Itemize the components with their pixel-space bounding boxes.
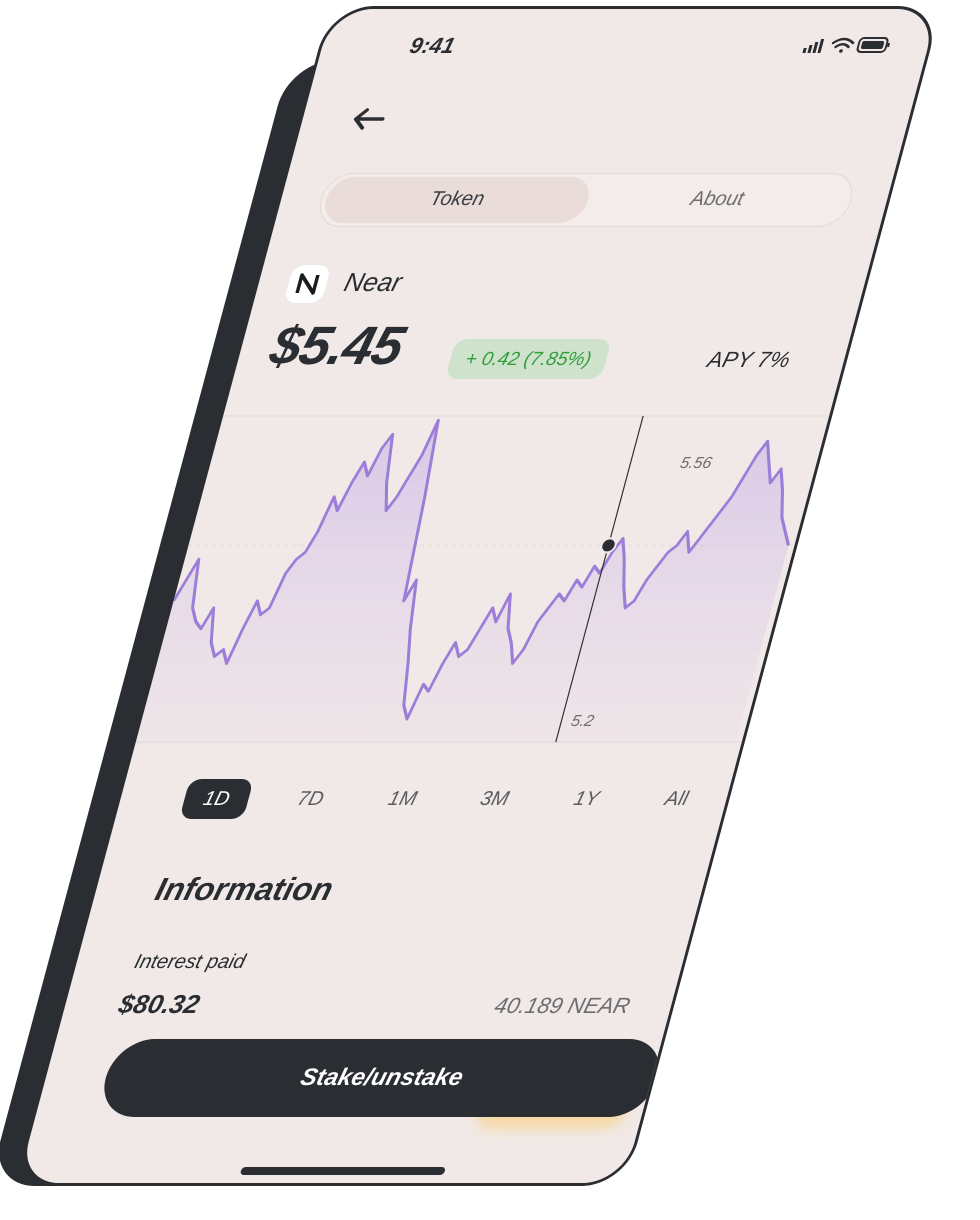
range-1m[interactable]: 1M: [365, 779, 440, 819]
interest-paid-usd: $80.32: [115, 989, 204, 1019]
status-icons: [802, 37, 891, 53]
back-arrow-icon[interactable]: [347, 105, 391, 133]
interest-paid-near: 40.189 NEAR: [491, 993, 634, 1018]
apy-label: APY 7%: [704, 347, 794, 372]
signal-icon: [802, 39, 825, 53]
range-1d[interactable]: 1D: [179, 779, 254, 819]
range-1y[interactable]: 1Y: [549, 779, 624, 819]
segmented-tabs: Token About: [313, 173, 859, 227]
range-3m[interactable]: 3M: [457, 779, 532, 819]
range-all[interactable]: All: [639, 779, 714, 819]
interest-paid-label: Interest paid: [131, 951, 248, 973]
time-range-selector: 1D 7D 1M 3M 1Y All: [115, 779, 732, 819]
price-change-text: + 0.42 (7.85%): [462, 349, 594, 370]
status-time: 9:41: [407, 33, 458, 58]
battery-icon: [856, 37, 891, 53]
chart-high-label: 5.56: [678, 454, 715, 472]
near-logo-icon: [283, 265, 332, 303]
wifi-icon: [831, 37, 855, 53]
price-chart[interactable]: 5.56 5.2: [135, 414, 830, 744]
home-indicator: [239, 1167, 446, 1175]
tab-about[interactable]: About: [583, 188, 851, 211]
token-name: Near: [341, 267, 406, 297]
stake-unstake-button[interactable]: Stake/unstake: [95, 1039, 669, 1117]
token-price: $5.45: [263, 316, 411, 376]
tab-token-label: Token: [427, 188, 488, 210]
chart-low-label: 5.2: [569, 712, 596, 730]
information-title: Information: [151, 871, 338, 907]
stake-unstake-label: Stake/unstake: [297, 1064, 467, 1091]
range-7d[interactable]: 7D: [273, 779, 348, 819]
stage: 9:41 Token About Near $5.45 + 0.42 (7.85…: [0, 0, 980, 1220]
chart-area: [135, 420, 789, 744]
price-change-badge: + 0.42 (7.85%): [445, 339, 612, 379]
